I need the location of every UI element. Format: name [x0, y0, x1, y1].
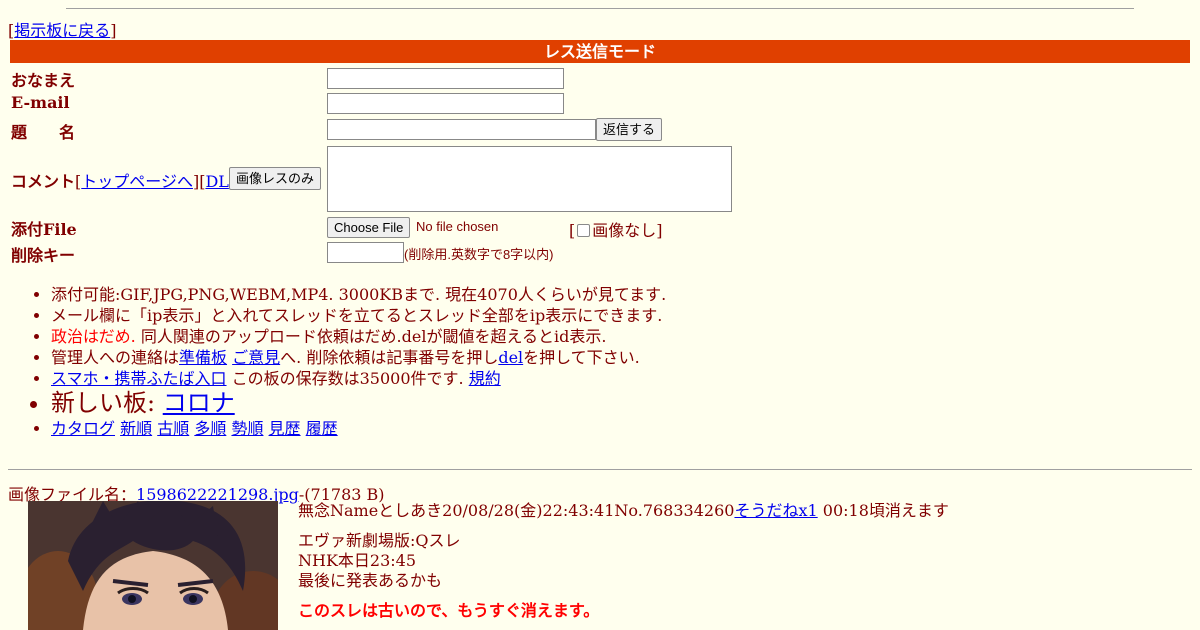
view-history-link[interactable]: 見歴 [269, 419, 301, 438]
board-info-list: 添付可能:GIF,JPG,PNG,WEBM,MP4. 3000KBまで. 現在4… [0, 284, 666, 439]
expiring-warning: このスレは古いので、もうすぐ消えます。 [298, 601, 600, 620]
sort-many-link[interactable]: 多順 [194, 419, 226, 438]
dl-link[interactable]: DL [205, 172, 228, 191]
post-body: エヴァ新劇場版:Qスレ NHK本日23:45 最後に発表あるかも [298, 531, 949, 591]
info-item: カタログ 新順 古順 多順 勢順 見歴 履歴 [51, 418, 666, 439]
thread-post: 無念Nameとしあき20/08/28(金)22:43:41No.76833426… [298, 501, 949, 621]
info-item: 新しい板: コロナ [51, 389, 666, 418]
submit-reply-button[interactable]: 返信する [596, 118, 663, 141]
back-to-board-link[interactable]: 掲示板に戻る [14, 21, 110, 40]
file-label: 添付File [11, 220, 77, 239]
back-nav: [掲示板に戻る] [8, 21, 117, 40]
soudane-button[interactable]: そうだねx1 [734, 501, 817, 520]
post-line: 最後に発表あるかも [298, 571, 443, 590]
info-item: 添付可能:GIF,JPG,PNG,WEBM,MP4. 3000KBまで. 現在4… [51, 284, 666, 305]
post-line: NHK本日23:45 [298, 551, 417, 570]
comment-label: コメント [11, 172, 76, 191]
delete-key-input[interactable] [327, 242, 404, 263]
post-header: 無念Nameとしあき20/08/28(金)22:43:41No.76833426… [298, 501, 949, 520]
sort-old-link[interactable]: 古順 [157, 419, 189, 438]
subject-input[interactable] [327, 119, 596, 140]
feedback-link[interactable]: ご意見 [232, 348, 280, 367]
choose-file-button[interactable]: Choose File [327, 217, 411, 238]
post-history-link[interactable]: 履歴 [306, 419, 338, 438]
anime-character-image [28, 501, 278, 630]
prep-board-link[interactable]: 準備板 [179, 348, 227, 367]
no-image-label: 画像なし [592, 221, 657, 240]
delete-key-label: 削除キー [11, 246, 76, 265]
rules-link[interactable]: 規約 [469, 369, 501, 388]
top-divider [66, 8, 1134, 9]
no-file-text: No file chosen [416, 219, 499, 234]
no-image-checkbox[interactable] [577, 224, 591, 237]
no-image-option: [画像なし] [569, 221, 663, 240]
image-only-reply-button[interactable]: 画像レスのみ [229, 167, 322, 190]
comment-textarea[interactable] [327, 146, 732, 212]
info-item: 管理人への連絡は準備板 ご意見へ. 削除依頼は記事番号を押しdelを押して下さい… [51, 347, 666, 368]
reply-mode-bar: レス送信モード [10, 40, 1190, 63]
email-label: E-mail [11, 93, 70, 112]
sort-momentum-link[interactable]: 勢順 [231, 419, 263, 438]
top-page-link[interactable]: トップページへ [81, 172, 193, 191]
delete-key-note: (削除用.英数字で8字以内) [404, 247, 554, 262]
corona-board-link[interactable]: コロナ [163, 389, 235, 417]
mobile-entrance-link[interactable]: スマホ・携帯ふたば入口 [51, 369, 227, 388]
info-item: メール欄に「ip表示」と入れてスレッドを立てるとスレッド全部をip表示にできます… [51, 305, 666, 326]
comment-label-row: コメント[トップページへ][DL] [11, 172, 235, 191]
subject-label: 題 名 [11, 123, 76, 142]
politics-warning: 政治はだめ. [51, 327, 136, 346]
info-item: 政治はだめ. 同人関連のアップロード依頼はだめ.delが閾値を超えるとid表示. [51, 326, 666, 347]
catalog-link[interactable]: カタログ [51, 419, 115, 438]
post-line: エヴァ新劇場版:Qスレ [298, 531, 461, 550]
del-link[interactable]: del [498, 348, 523, 367]
thread-divider [8, 469, 1192, 470]
name-label: おなまえ [11, 71, 76, 90]
email-input[interactable] [327, 93, 564, 114]
sort-new-link[interactable]: 新順 [120, 419, 152, 438]
thread-thumbnail[interactable] [28, 501, 278, 630]
info-item: スマホ・携帯ふたば入口 この板の保存数は35000件です. 規約 [51, 368, 666, 389]
name-input[interactable] [327, 68, 564, 89]
